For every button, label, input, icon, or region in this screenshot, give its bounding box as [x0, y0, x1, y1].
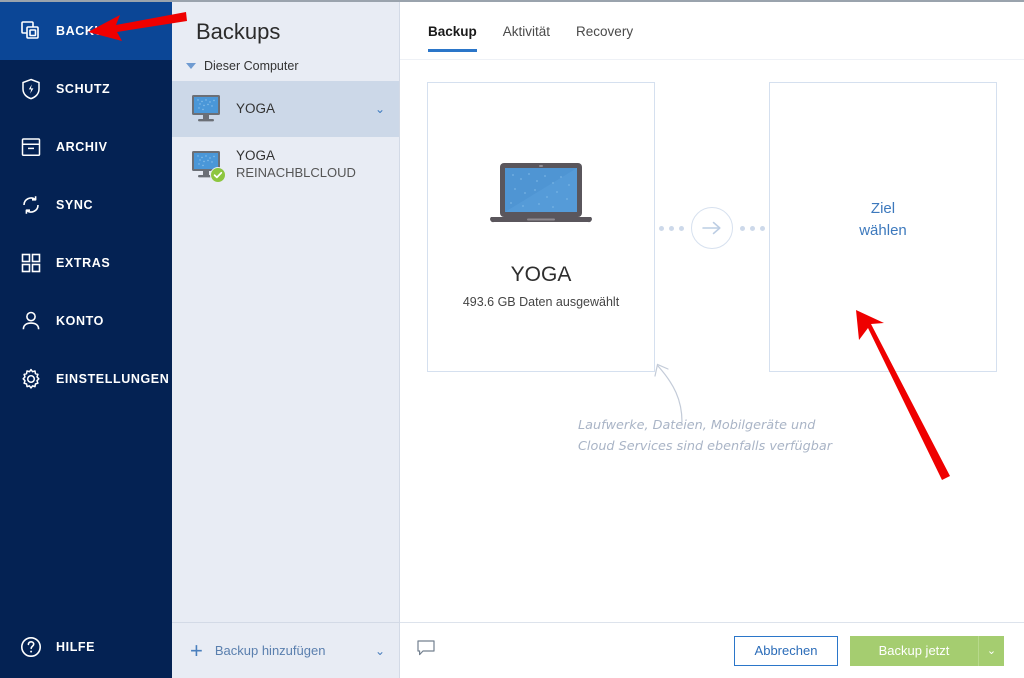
grid-squares-icon: [14, 246, 48, 280]
backup-item-name: YOGA: [236, 100, 276, 116]
dot: [760, 225, 765, 231]
backup-destination-card[interactable]: Ziel wählen: [769, 82, 997, 372]
monitor-icon: [190, 150, 226, 183]
content-tabs: Backup Aktivität Recovery: [400, 2, 1024, 60]
monitor-icon: [190, 94, 224, 124]
backup-item-sub: REINACHBLCLOUD: [236, 165, 356, 181]
backups-panel-title: Backups: [196, 19, 281, 44]
destination-label[interactable]: Ziel wählen: [770, 198, 996, 242]
plus-icon: +: [190, 637, 203, 663]
sidebar-item-label: EINSTELLUNGEN: [56, 372, 170, 386]
gear-settings-icon: [14, 362, 48, 396]
sidebar-item-backup[interactable]: BACKUP: [0, 2, 172, 60]
backup-now-split-button: Backup jetzt ⌄: [850, 635, 1004, 666]
tab-label: Backup: [428, 24, 477, 39]
sidebar-item-archiv[interactable]: ARCHIV: [0, 118, 172, 176]
tab-label: Aktivität: [502, 24, 551, 39]
dot: [740, 225, 745, 231]
sidebar-item-label: BACKUP: [56, 24, 114, 38]
archive-box-icon: [14, 130, 48, 164]
sidebar-item-label: ARCHIV: [56, 140, 108, 154]
destination-label-line1: Ziel: [870, 200, 896, 217]
backup-list-item-yoga[interactable]: YOGA ⌄: [172, 81, 399, 137]
destination-label-line2: wählen: [859, 221, 907, 239]
sidebar-item-label: EXTRAS: [56, 256, 111, 270]
tab-backup[interactable]: Backup: [428, 24, 477, 52]
question-circle-icon: [14, 630, 48, 664]
source-title: YOGA: [510, 263, 572, 286]
speech-bubble-icon[interactable]: [416, 639, 436, 662]
sidebar-item-label: HILFE: [56, 640, 96, 654]
sidebar-item-hilfe[interactable]: HILFE: [0, 616, 172, 678]
laptop-icon: [487, 159, 595, 236]
sidebar-nav-list: BACKUP SCHUTZ ARCHIV SYNC EXTRAS KONTO E…: [0, 2, 172, 408]
backup-copies-icon: [14, 14, 48, 48]
dot: [750, 225, 755, 231]
dot: [669, 225, 674, 231]
backups-panel: Backups Dieser Computer YOGA ⌄ YOGA REIN…: [172, 2, 400, 678]
cancel-button[interactable]: Abbrechen: [734, 635, 838, 666]
acronis-true-image-window: BACKUP SCHUTZ ARCHIV SYNC EXTRAS KONTO E…: [0, 0, 1024, 678]
add-backup-row[interactable]: + Backup hinzufügen ⌄: [172, 622, 399, 678]
backup-group-dieser-computer[interactable]: Dieser Computer: [172, 53, 399, 81]
user-person-icon: [14, 304, 48, 338]
dots-right: [740, 225, 765, 231]
tab-aktivitaet[interactable]: Aktivität: [503, 24, 550, 51]
sidebar-item-label: SYNC: [56, 198, 94, 212]
tab-recovery[interactable]: Recovery: [576, 24, 633, 51]
sidebar-item-schutz[interactable]: SCHUTZ: [0, 60, 172, 118]
add-backup-label: Backup hinzufügen: [214, 643, 326, 658]
backup-setup-stage: YOGA 493.6 GB Daten ausgewählt Ziel wähl…: [400, 60, 1024, 622]
chevron-down-icon: [186, 63, 196, 69]
dot: [679, 225, 684, 231]
sidebar-item-einstellungen[interactable]: EINSTELLUNGEN: [0, 350, 172, 408]
sidebar-item-konto[interactable]: KONTO: [0, 292, 172, 350]
shield-bolt-icon: [14, 72, 48, 106]
sidebar-item-extras[interactable]: EXTRAS: [0, 234, 172, 292]
tab-label: Recovery: [576, 24, 634, 39]
chevron-down-icon[interactable]: ⌄: [375, 102, 389, 116]
chevron-down-icon[interactable]: ⌄: [375, 644, 385, 658]
backup-source-card[interactable]: YOGA 493.6 GB Daten ausgewählt: [427, 82, 655, 372]
backup-item-name: YOGA: [236, 148, 276, 164]
arrow-right-circle-icon: [691, 207, 733, 249]
main-sidebar: BACKUP SCHUTZ ARCHIV SYNC EXTRAS KONTO E…: [0, 2, 172, 678]
backup-item-text: YOGA REINACHBLCLOUD: [236, 148, 389, 181]
bottom-action-bar: Abbrechen Backup jetzt ⌄: [400, 622, 1024, 678]
backup-now-dropdown-button[interactable]: ⌄: [978, 635, 1004, 666]
source-subtitle: 493.6 GB Daten ausgewählt: [462, 295, 620, 309]
dots-left: [659, 225, 684, 231]
main-content: Backup Aktivität Recovery YOGA 493.6 GB …: [400, 2, 1024, 678]
success-check-badge-icon: [210, 167, 226, 183]
sidebar-item-label: KONTO: [56, 314, 104, 328]
source-to-destination-connector: [655, 206, 769, 250]
dot: [659, 225, 664, 231]
sync-refresh-icon: [14, 188, 48, 222]
backup-now-button[interactable]: Backup jetzt: [850, 635, 978, 666]
backup-item-text: YOGA: [236, 101, 375, 118]
backup-list-item-yoga-reinachblcloud[interactable]: YOGA REINACHBLCLOUD: [172, 137, 399, 193]
sidebar-item-label: SCHUTZ: [56, 82, 111, 96]
sidebar-item-sync[interactable]: SYNC: [0, 176, 172, 234]
hint-text: Laufwerke, Dateien, Mobilgeräte und Clou…: [578, 418, 833, 455]
backup-group-label: Dieser Computer: [204, 59, 299, 73]
